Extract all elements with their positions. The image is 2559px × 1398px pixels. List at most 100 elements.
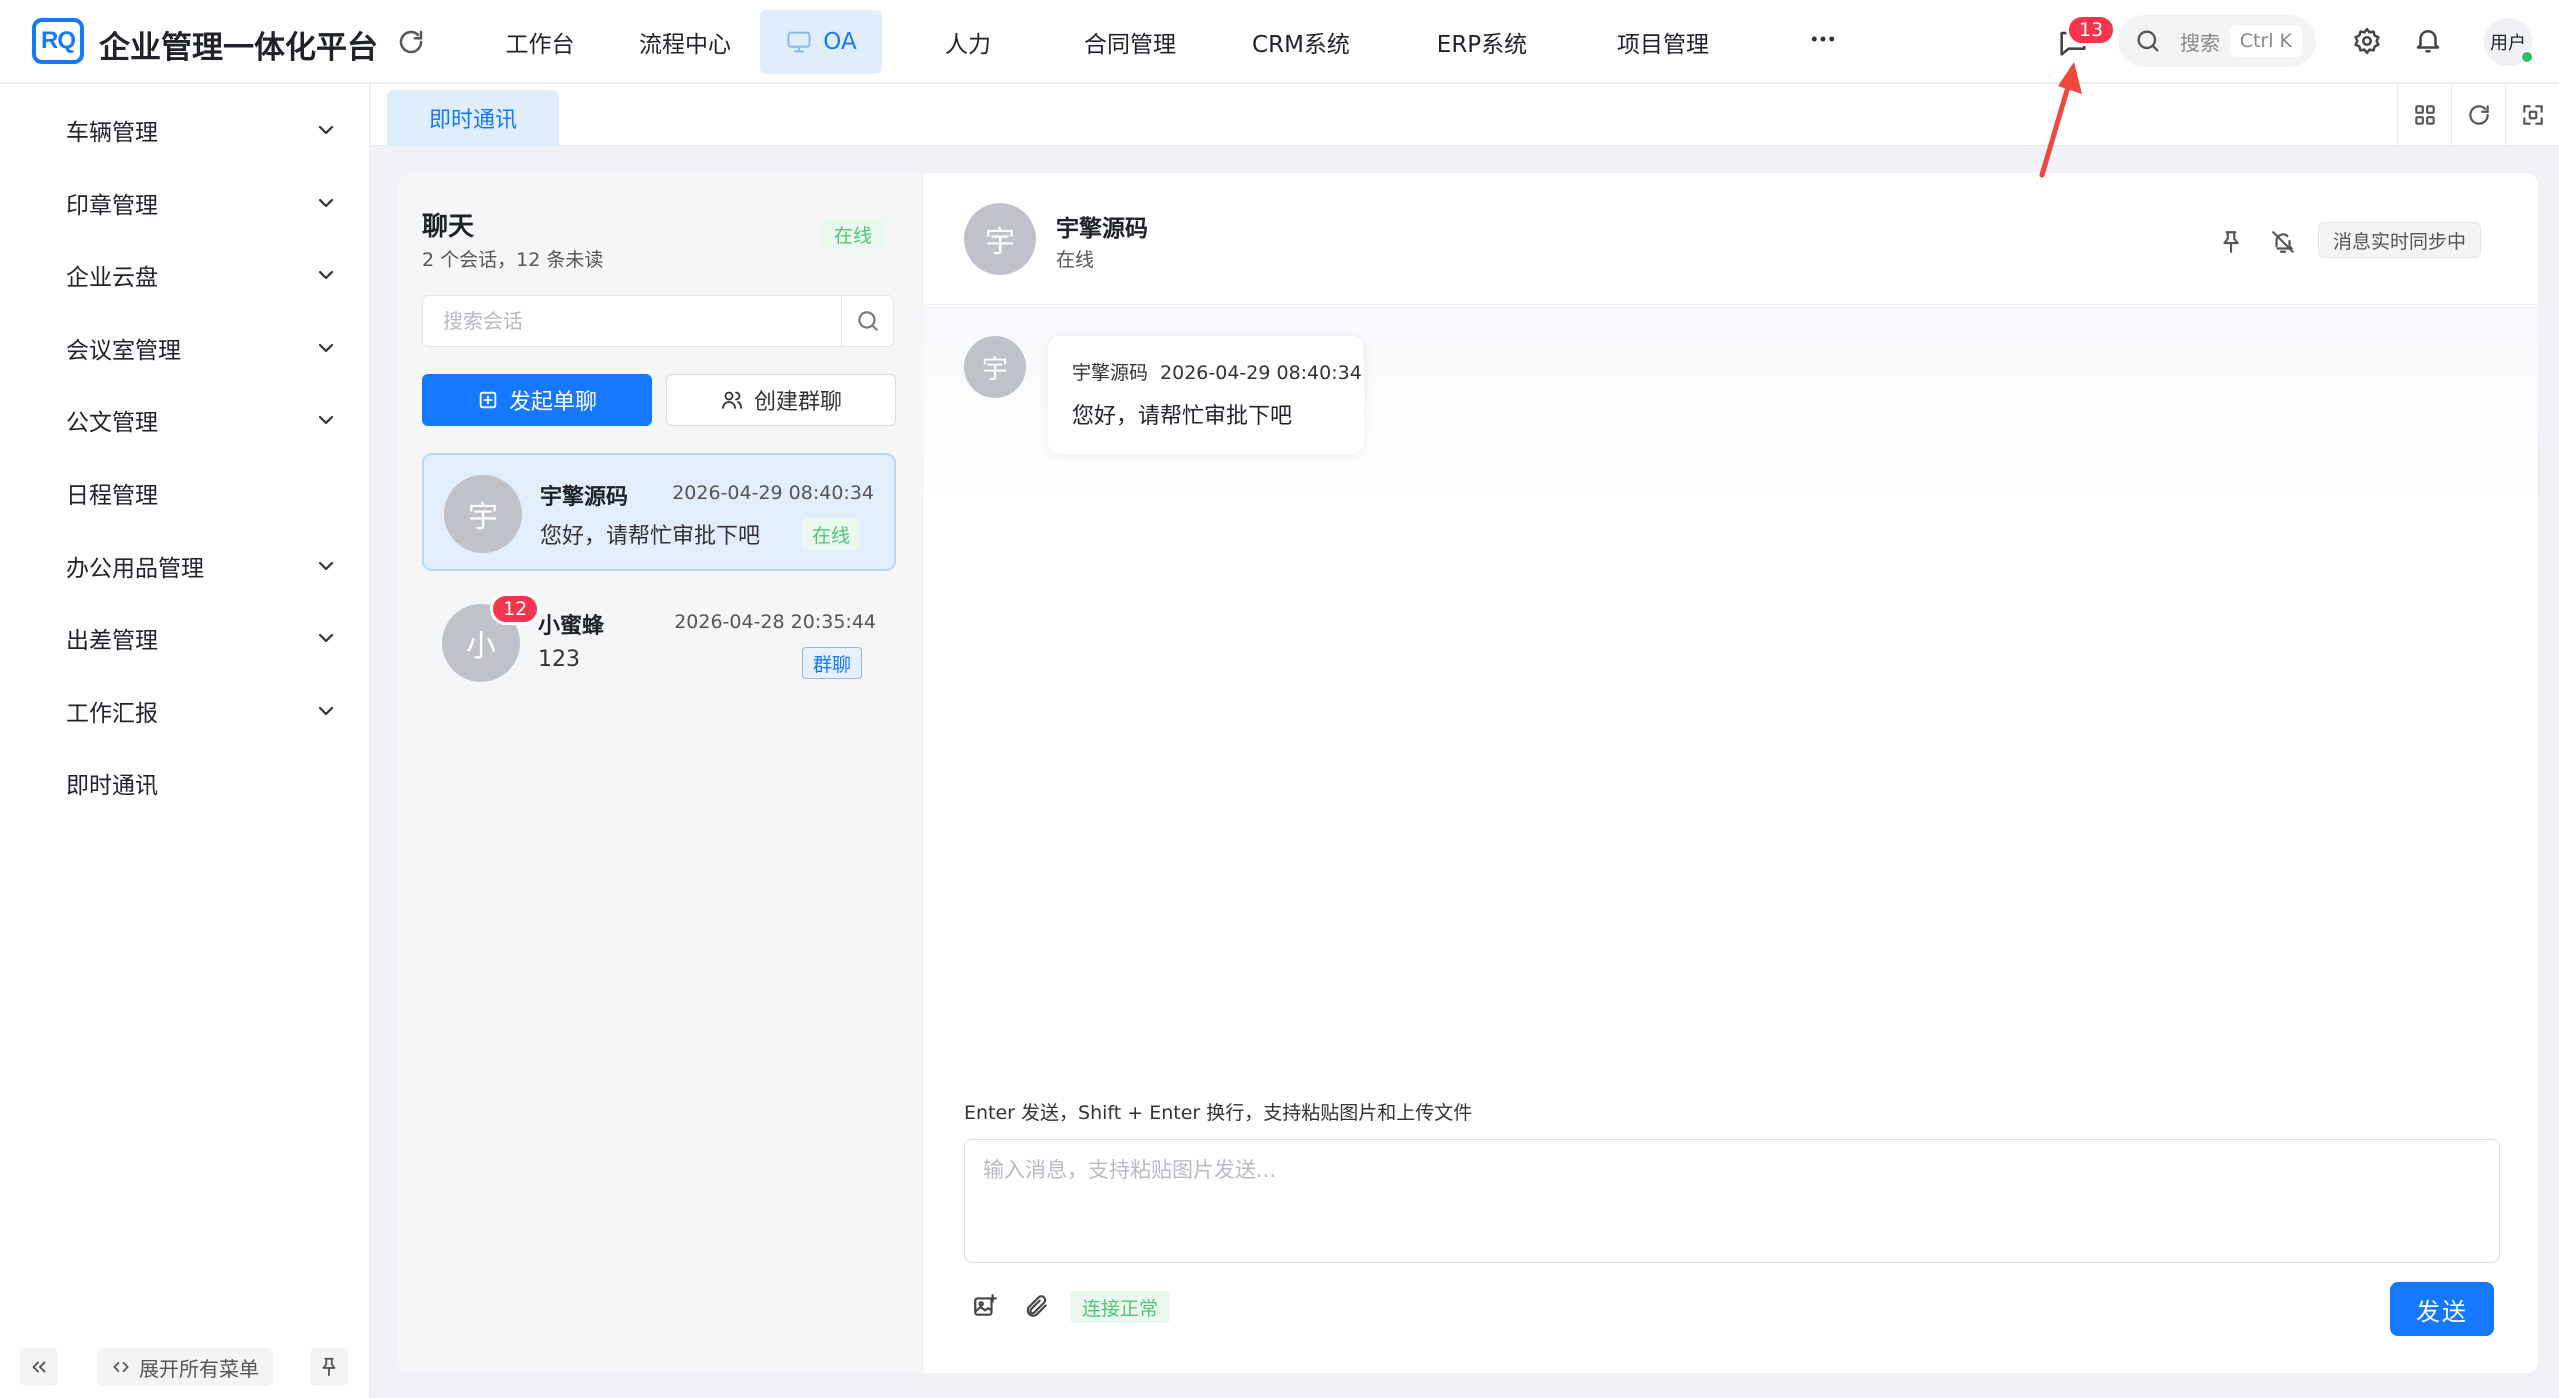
sidebar-item-vehicle[interactable]: 车辆管理 bbox=[0, 100, 370, 160]
tab-instant-messaging[interactable]: 即时通讯 bbox=[387, 90, 559, 146]
chat-contact-status: 在线 bbox=[1056, 249, 1095, 271]
sidebar-item-label: 会议室管理 bbox=[66, 338, 181, 364]
sidebar-item-schedule[interactable]: 日程管理 bbox=[0, 463, 370, 523]
sidebar-item-label: 印章管理 bbox=[66, 193, 158, 219]
message-list: 宇 宇擎源码 2026-04-29 08:40:34 您好，请帮忙审批下吧 bbox=[924, 306, 2538, 1206]
pin-sidebar-button[interactable] bbox=[310, 1348, 348, 1386]
refresh-icon[interactable] bbox=[396, 27, 426, 57]
sidebar-item-label: 公文管理 bbox=[66, 410, 158, 436]
sidebar-item-office-supplies[interactable]: 办公用品管理 bbox=[0, 536, 370, 596]
conversation-name: 宇擎源码 bbox=[540, 485, 629, 510]
message-count-badge: 13 bbox=[2066, 14, 2117, 46]
tab-refresh-button[interactable] bbox=[2451, 84, 2505, 146]
online-status-badge: 在线 bbox=[822, 219, 885, 249]
conversation-search-input[interactable] bbox=[423, 296, 843, 346]
sidebar-item-label: 工作汇报 bbox=[66, 701, 158, 727]
conversation-item[interactable]: 宇 宇擎源码 2026-04-29 08:40:34 您好，请帮忙审批下吧 在线 bbox=[422, 453, 896, 571]
monitor-icon bbox=[785, 28, 813, 56]
conversation-search bbox=[422, 295, 894, 347]
conversation-time: 2026-04-28 20:35:44 bbox=[674, 611, 876, 633]
avatar: 宇 bbox=[444, 475, 522, 553]
nav-item-hr[interactable]: 人力 bbox=[882, 10, 1054, 74]
conversation-name: 小蜜蜂 bbox=[538, 614, 605, 639]
nav-item-project[interactable]: 项目管理 bbox=[1568, 10, 1758, 74]
collapse-sidebar-button[interactable] bbox=[20, 1348, 58, 1386]
search-icon bbox=[855, 308, 881, 334]
paperclip-icon[interactable] bbox=[1024, 1293, 1050, 1319]
sidebar-item-label: 办公用品管理 bbox=[66, 556, 204, 582]
tab-grid-button[interactable] bbox=[2397, 84, 2451, 146]
tab-bar: 即时通讯 bbox=[371, 84, 2559, 146]
sidebar-item-instant-messaging[interactable]: 即时通讯 bbox=[0, 753, 370, 813]
users-icon bbox=[720, 388, 754, 412]
nav-label: ERP系统 bbox=[1436, 32, 1528, 58]
user-avatar[interactable]: 用户 bbox=[2484, 18, 2534, 66]
bell-off-icon[interactable] bbox=[2270, 229, 2296, 255]
nav-label: 工作台 bbox=[505, 32, 575, 58]
sidebar-item-work-report[interactable]: 工作汇报 bbox=[0, 681, 370, 741]
group-badge: 群聊 bbox=[801, 647, 862, 679]
nav-label: 合同管理 bbox=[1084, 32, 1176, 58]
chevron-down-icon bbox=[314, 699, 338, 723]
global-search[interactable]: 搜索 Ctrl K bbox=[2118, 15, 2316, 67]
start-direct-chat-button[interactable]: 发起单聊 bbox=[422, 374, 652, 426]
message-text: 您好，请帮忙审批下吧 bbox=[1072, 404, 1293, 429]
expand-all-menus-button[interactable]: 展开所有菜单 bbox=[97, 1348, 273, 1386]
left-sidebar: 车辆管理 印章管理 企业云盘 会议室管理 公文管理 日程管理 办公用品管理 出差… bbox=[0, 84, 370, 1398]
conversation-last-message: 123 bbox=[538, 647, 580, 672]
gear-icon[interactable] bbox=[2352, 26, 2382, 56]
search-label: 搜索 bbox=[2180, 30, 2220, 55]
chevron-down-icon bbox=[314, 554, 338, 578]
message-time: 2026-04-29 08:40:34 bbox=[1160, 362, 1362, 384]
online-dot bbox=[2520, 50, 2534, 64]
sidebar-item-label: 即时通讯 bbox=[66, 773, 158, 799]
nav-label: 人力 bbox=[945, 32, 991, 58]
pin-icon[interactable] bbox=[2218, 229, 2244, 255]
search-shortcut: Ctrl K bbox=[2229, 25, 2302, 57]
nav-item-erp[interactable]: ERP系统 bbox=[1396, 10, 1568, 74]
conversation-last-message: 您好，请帮忙审批下吧 bbox=[540, 524, 761, 549]
nav-label: CRM系统 bbox=[1252, 32, 1350, 58]
sidebar-item-label: 出差管理 bbox=[66, 628, 158, 654]
sidebar-item-business-trip[interactable]: 出差管理 bbox=[0, 608, 370, 668]
nav-label: OA bbox=[823, 29, 857, 55]
more-icon[interactable] bbox=[1808, 24, 1838, 54]
nav-item-contract[interactable]: 合同管理 bbox=[1054, 10, 1206, 74]
chevron-down-icon bbox=[314, 118, 338, 142]
sidebar-item-document[interactable]: 公文管理 bbox=[0, 390, 370, 450]
nav-item-workbench[interactable]: 工作台 bbox=[470, 10, 610, 74]
chat-panel: 宇 宇擎源码 在线 消息实时同步中 宇 宇擎源码 2026-04-29 08:40… bbox=[924, 173, 2538, 1373]
main-nav: 工作台 流程中心 OA 人力 合同管理 CRM系统 ERP系统 项目管理 bbox=[470, 10, 1758, 74]
nav-item-crm[interactable]: CRM系统 bbox=[1206, 10, 1396, 74]
tab-fullscreen-button[interactable] bbox=[2505, 84, 2559, 146]
create-group-chat-button[interactable]: 创建群聊 bbox=[666, 374, 896, 426]
app-logo[interactable]: RQ bbox=[32, 18, 84, 64]
message-input-box bbox=[964, 1139, 2500, 1263]
status-badge: 在线 bbox=[801, 518, 860, 550]
message-input[interactable] bbox=[965, 1140, 2499, 1262]
conversation-search-button[interactable] bbox=[841, 296, 893, 346]
message-bubble: 宇擎源码 2026-04-29 08:40:34 您好，请帮忙审批下吧 bbox=[1048, 336, 1364, 454]
sidebar-item-seal[interactable]: 印章管理 bbox=[0, 173, 370, 233]
conversation-title: 聊天 bbox=[422, 212, 475, 242]
search-icon bbox=[2134, 27, 2162, 55]
conversation-item[interactable]: 小 12 小蜜蜂 2026-04-28 20:35:44 123 群聊 bbox=[422, 584, 896, 702]
code-icon bbox=[111, 1357, 131, 1377]
grid-icon bbox=[2412, 102, 2438, 128]
nav-item-process-center[interactable]: 流程中心 bbox=[610, 10, 760, 74]
sidebar-item-label: 日程管理 bbox=[66, 483, 158, 509]
sync-status-badge: 消息实时同步中 bbox=[2318, 222, 2482, 258]
sidebar-item-label: 车辆管理 bbox=[66, 120, 158, 146]
send-button[interactable]: 发送 bbox=[2390, 1282, 2494, 1336]
avatar: 宇 bbox=[964, 336, 1026, 398]
conversation-panel: 聊天 2 个会话，12 条未读 在线 发起单聊 创建群聊 宇 宇擎源码 2026… bbox=[398, 173, 924, 1373]
bell-icon[interactable] bbox=[2413, 25, 2443, 55]
add-chat-icon bbox=[477, 389, 509, 411]
sidebar-item-cloud-disk[interactable]: 企业云盘 bbox=[0, 245, 370, 305]
image-icon[interactable] bbox=[972, 1293, 998, 1319]
nav-item-oa[interactable]: OA bbox=[760, 10, 882, 74]
input-hint: Enter 发送，Shift + Enter 换行，支持粘贴图片和上传文件 bbox=[964, 1102, 1473, 1124]
chat-header: 宇 宇擎源码 在线 消息实时同步中 bbox=[924, 173, 2538, 305]
sidebar-item-meeting-room[interactable]: 会议室管理 bbox=[0, 318, 370, 378]
message-meta: 宇擎源码 2026-04-29 08:40:34 bbox=[1072, 358, 1362, 385]
